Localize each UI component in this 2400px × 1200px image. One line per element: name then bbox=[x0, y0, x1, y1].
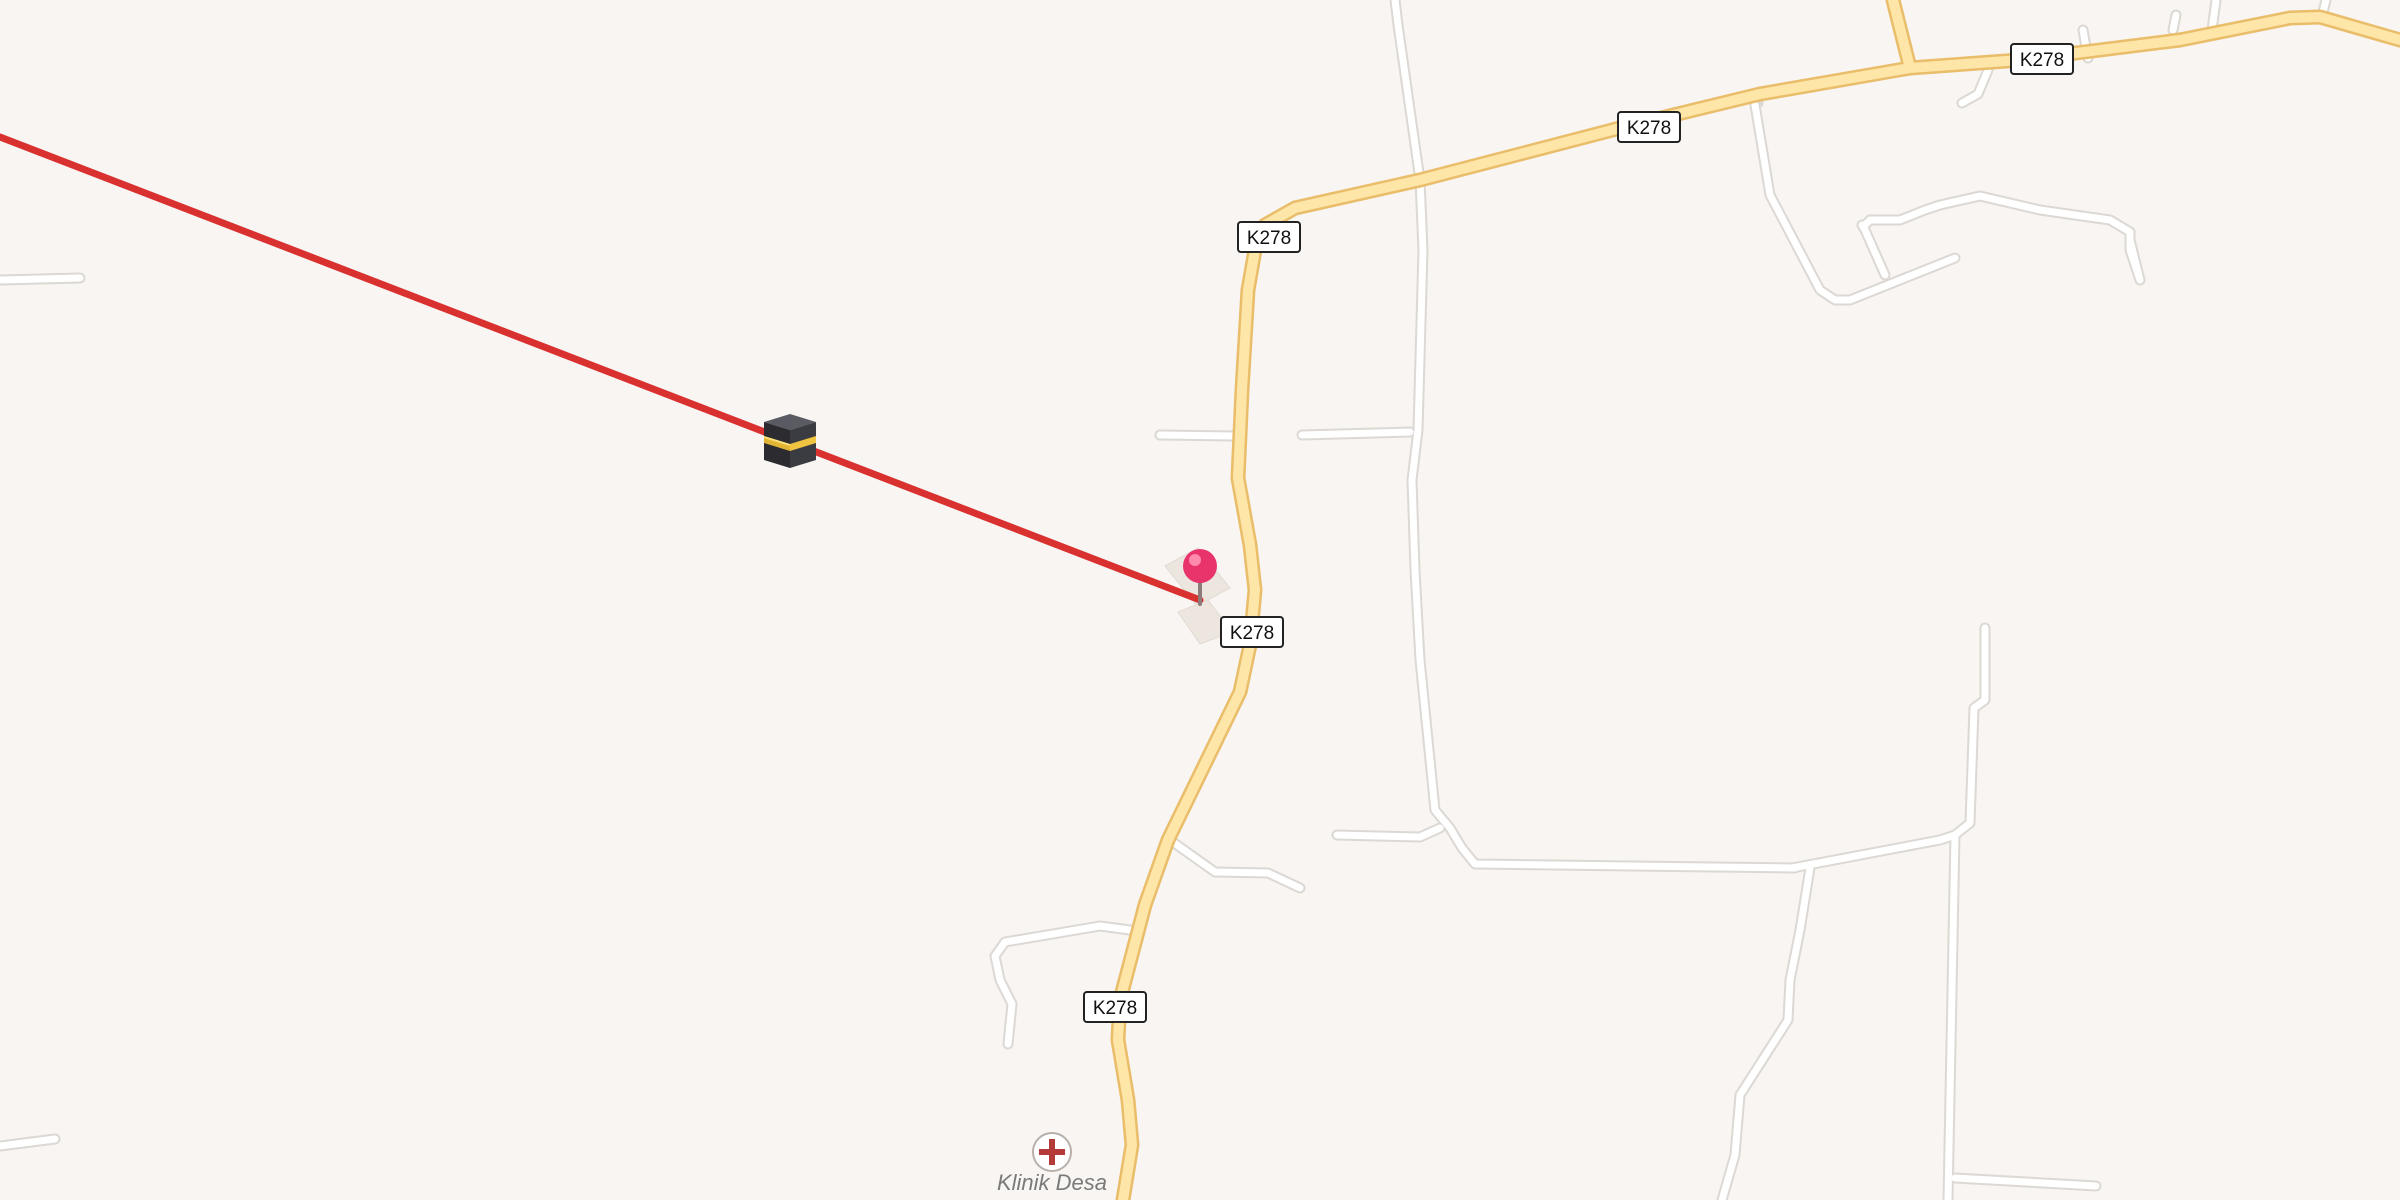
route-shield: K278 bbox=[1083, 991, 1147, 1023]
route-shield-label: K278 bbox=[2020, 50, 2064, 71]
route-shield: K278 bbox=[1237, 221, 1301, 253]
route-shield: K278 bbox=[2010, 43, 2074, 75]
kaaba-icon[interactable] bbox=[764, 414, 816, 468]
map-canvas[interactable]: K278 K278 K278 K278 K278 Klinik Desa bbox=[0, 0, 2400, 1200]
poi-clinic-label: Klinik Desa bbox=[997, 1170, 1107, 1195]
route-shield-label: K278 bbox=[1627, 118, 1671, 139]
medical-cross-icon bbox=[1032, 1132, 1072, 1172]
route-shield: K278 bbox=[1617, 111, 1681, 143]
route-shield: K278 bbox=[1220, 616, 1284, 648]
route-shield-label: K278 bbox=[1230, 623, 1274, 644]
route-shield-label: K278 bbox=[1247, 228, 1291, 249]
route-shield-label: K278 bbox=[1093, 998, 1137, 1019]
